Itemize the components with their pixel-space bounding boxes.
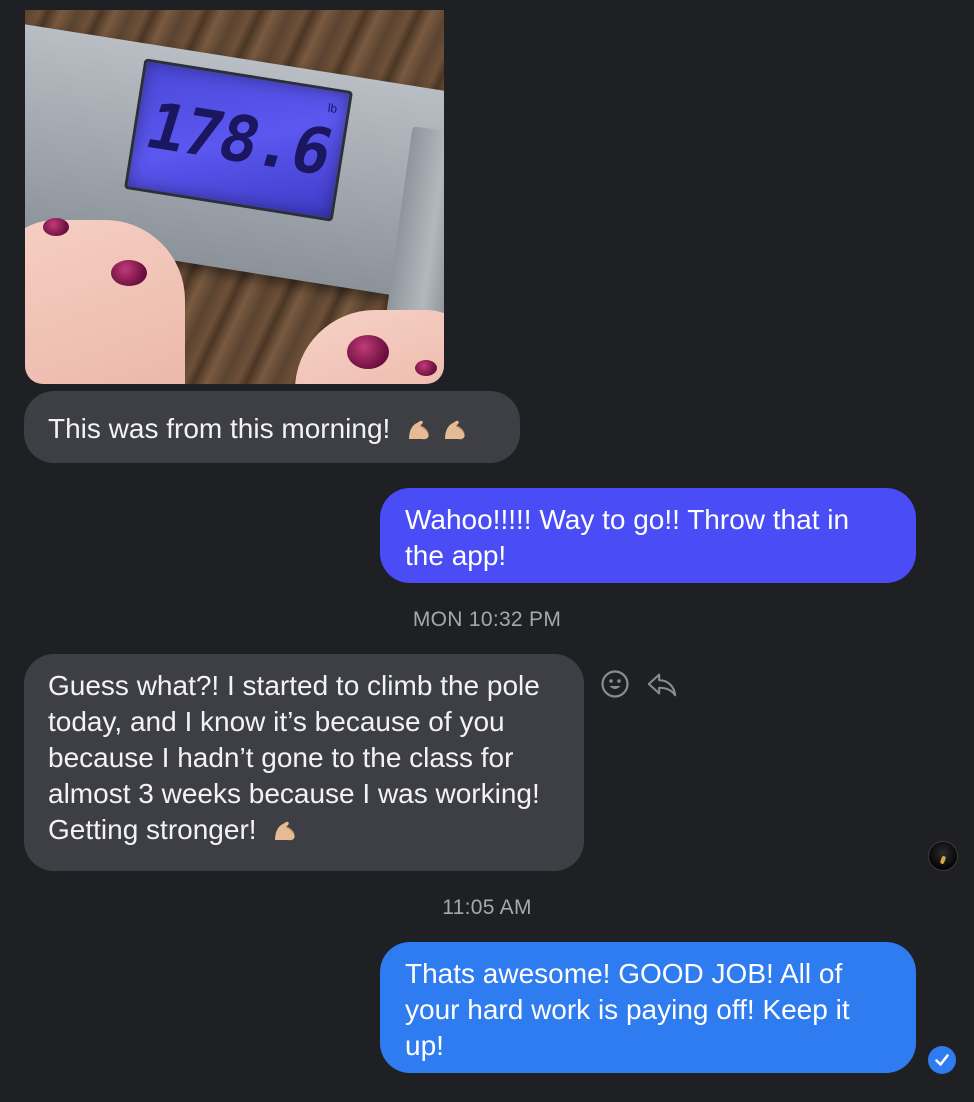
read-receipt-check-icon <box>928 1046 956 1074</box>
outgoing-message-bubble[interactable]: Thats awesome! GOOD JOB! All of your har… <box>380 942 916 1073</box>
toenail <box>347 335 389 369</box>
flexed-biceps-icon <box>404 413 468 449</box>
message-thread: 178.6 lb This was from this morning! Wah… <box>0 0 974 1102</box>
message-timestamp: MON 10:32 PM <box>412 608 562 631</box>
reply-arrow-icon[interactable] <box>646 668 678 700</box>
toenail <box>415 360 437 376</box>
message-text: This was from this morning! <box>48 413 391 444</box>
scale-unit: lb <box>326 100 339 116</box>
incoming-message-bubble[interactable]: Guess what?! I started to climb the pole… <box>24 654 584 871</box>
scale-reading: 178.6 <box>137 89 340 191</box>
flexed-biceps-icon <box>270 814 298 850</box>
foot-left <box>25 220 185 384</box>
contact-avatar <box>928 841 958 871</box>
toenail <box>111 260 147 286</box>
message-text: Wahoo!!!!! Way to go!! Throw that in the… <box>405 504 850 571</box>
message-text: Thats awesome! GOOD JOB! All of your har… <box>405 958 850 1061</box>
incoming-message-bubble[interactable]: This was from this morning! <box>24 391 520 463</box>
message-timestamp: 11:05 AM <box>442 896 532 919</box>
photo-message[interactable]: 178.6 lb <box>25 10 444 384</box>
outgoing-message-bubble[interactable]: Wahoo!!!!! Way to go!! Throw that in the… <box>380 488 916 583</box>
toenail <box>43 218 69 236</box>
smiley-face-icon[interactable] <box>599 668 631 700</box>
